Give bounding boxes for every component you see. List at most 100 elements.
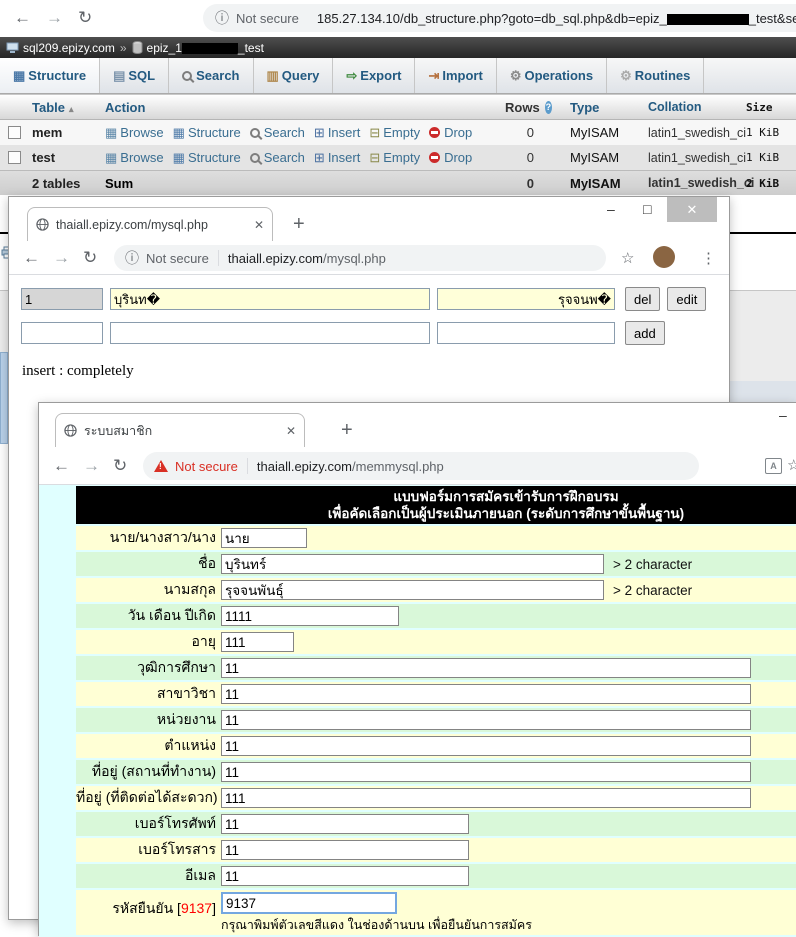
field-input[interactable]: [221, 866, 469, 886]
field-cell: [221, 606, 796, 626]
warning-icon[interactable]: [154, 460, 168, 472]
search-icon: [182, 71, 192, 81]
action-drop[interactable]: Drop: [429, 150, 472, 165]
new-tab-button[interactable]: +: [293, 213, 305, 236]
pma-tab-sql[interactable]: ▤SQL: [100, 58, 169, 93]
info-icon[interactable]: ⓘ: [215, 8, 229, 28]
checkbox[interactable]: [8, 126, 21, 139]
sort-asc-icon: ▴: [69, 104, 74, 114]
forward-icon[interactable]: →: [83, 457, 100, 474]
pma-tab-routines[interactable]: ⚙Routines: [607, 58, 704, 93]
translate-icon[interactable]: A: [765, 458, 782, 474]
help-icon[interactable]: ?: [545, 101, 552, 114]
field-label: ที่อยู่ (สถานที่ทำงาน): [76, 761, 221, 783]
action-insert[interactable]: ⊞Insert: [314, 125, 360, 140]
field-input[interactable]: [221, 762, 751, 782]
minimize-button[interactable]: –: [607, 201, 615, 217]
field-input[interactable]: [221, 632, 294, 652]
cell-collation: latin1_swedish_ci: [640, 151, 740, 165]
verify-note: กรุณาพิมพ์ตัวเลขสีแดง ในช่องด้านบน เพื่อ…: [221, 915, 796, 935]
field-input[interactable]: [221, 554, 604, 574]
cell-size: 1 KiB: [740, 126, 796, 139]
url-text: thaiall.epizy.com/mysql.php: [228, 251, 386, 266]
pma-tab-import[interactable]: ⇥Import: [415, 58, 496, 93]
reload-icon[interactable]: ↻: [83, 249, 97, 266]
del-button[interactable]: del: [625, 287, 660, 311]
checkbox[interactable]: [8, 151, 21, 164]
tab-close-icon[interactable]: ✕: [286, 424, 296, 438]
new-lastname-field[interactable]: [437, 322, 615, 344]
address-bar[interactable]: ⓘ Not secure 185.27.134.10/db_structure.…: [203, 4, 796, 32]
search-icon: [250, 153, 260, 163]
pma-tab-export[interactable]: ⇨Export: [333, 58, 415, 93]
forward-icon[interactable]: →: [46, 9, 63, 26]
menu-dots-icon[interactable]: ⋮: [701, 249, 716, 267]
field-input[interactable]: [221, 840, 469, 860]
field-input[interactable]: [221, 606, 399, 626]
star-icon[interactable]: ☆: [787, 456, 796, 474]
address-bar[interactable]: Not secure thaiall.epizy.com/memmysql.ph…: [143, 452, 699, 480]
back-icon[interactable]: ←: [14, 9, 31, 26]
info-icon[interactable]: ⓘ: [125, 248, 139, 268]
reload-icon[interactable]: ↻: [113, 457, 127, 474]
tab-mysql[interactable]: thaiall.epizy.com/mysql.php ✕: [27, 207, 273, 241]
field-input[interactable]: [221, 736, 751, 756]
pma-tab-structure[interactable]: ▦Structure: [0, 58, 100, 93]
field-input[interactable]: [221, 528, 307, 548]
empty-icon: ⊟: [369, 126, 380, 139]
pma-tab-operations[interactable]: ⚙Operations: [497, 58, 607, 93]
action-browse[interactable]: ▦Browse: [105, 150, 164, 165]
close-button[interactable]: ✕: [667, 197, 717, 222]
action-structure[interactable]: ▦Structure: [173, 150, 241, 165]
new-id-field[interactable]: [21, 322, 103, 344]
edit-button[interactable]: edit: [667, 287, 706, 311]
column-header-size: Size: [740, 101, 796, 114]
address-bar[interactable]: ⓘ Not secure thaiall.epizy.com/mysql.php: [114, 245, 606, 271]
breadcrumb-db[interactable]: epiz_1_test: [147, 41, 264, 55]
verify-input[interactable]: [221, 892, 397, 914]
record-firstname-field[interactable]: [110, 288, 430, 310]
back-icon[interactable]: ←: [53, 457, 70, 474]
action-search[interactable]: Search: [250, 150, 305, 165]
field-input[interactable]: [221, 658, 751, 678]
field-label: เบอร์โทรศัพท์: [76, 813, 221, 835]
star-icon[interactable]: ☆: [621, 249, 634, 267]
pma-tab-search[interactable]: Search: [169, 58, 253, 93]
pma-tab-label: Operations: [524, 68, 593, 83]
field-label: สาขาวิชา: [76, 683, 221, 705]
action-empty[interactable]: ⊟Empty: [369, 150, 420, 165]
action-empty[interactable]: ⊟Empty: [369, 125, 420, 140]
new-tab-button[interactable]: +: [341, 419, 353, 442]
new-firstname-field[interactable]: [110, 322, 430, 344]
add-button[interactable]: add: [625, 321, 665, 345]
action-search[interactable]: Search: [250, 125, 305, 140]
field-input[interactable]: [221, 684, 751, 704]
action-browse[interactable]: ▦Browse: [105, 125, 164, 140]
import-icon: ⇥: [428, 69, 439, 82]
record-id-field[interactable]: [21, 288, 103, 310]
pma-tab-query[interactable]: ▥Query: [254, 58, 334, 93]
tab-close-icon[interactable]: ✕: [254, 218, 264, 232]
field-input[interactable]: [221, 788, 751, 808]
forward-icon[interactable]: →: [53, 249, 70, 266]
field-input[interactable]: [221, 814, 469, 834]
avatar[interactable]: [653, 246, 675, 268]
action-insert[interactable]: ⊞Insert: [314, 150, 360, 165]
field-cell: [221, 658, 796, 678]
record-lastname-field[interactable]: [437, 288, 615, 310]
field-input[interactable]: [221, 580, 604, 600]
back-icon[interactable]: ←: [23, 249, 40, 266]
action-drop[interactable]: Drop: [429, 125, 472, 140]
minimize-button[interactable]: –: [779, 407, 787, 423]
field-input[interactable]: [221, 710, 751, 730]
reload-icon[interactable]: ↻: [78, 9, 92, 26]
row-checkbox-cell: [0, 151, 28, 164]
tab-member-system[interactable]: ระบบสมาชิก ✕: [55, 413, 305, 447]
maximize-button[interactable]: □: [643, 201, 651, 217]
browser-toolbar: ← → ↻ ⓘ Not secure 185.27.134.10/db_stru…: [0, 0, 796, 37]
field-note: > 2 character: [613, 557, 692, 572]
operations-icon: ⚙: [510, 69, 522, 82]
column-header-table[interactable]: Table▴: [28, 100, 105, 115]
breadcrumb-server[interactable]: sql209.epizy.com: [23, 41, 115, 55]
action-structure[interactable]: ▦Structure: [173, 125, 241, 140]
